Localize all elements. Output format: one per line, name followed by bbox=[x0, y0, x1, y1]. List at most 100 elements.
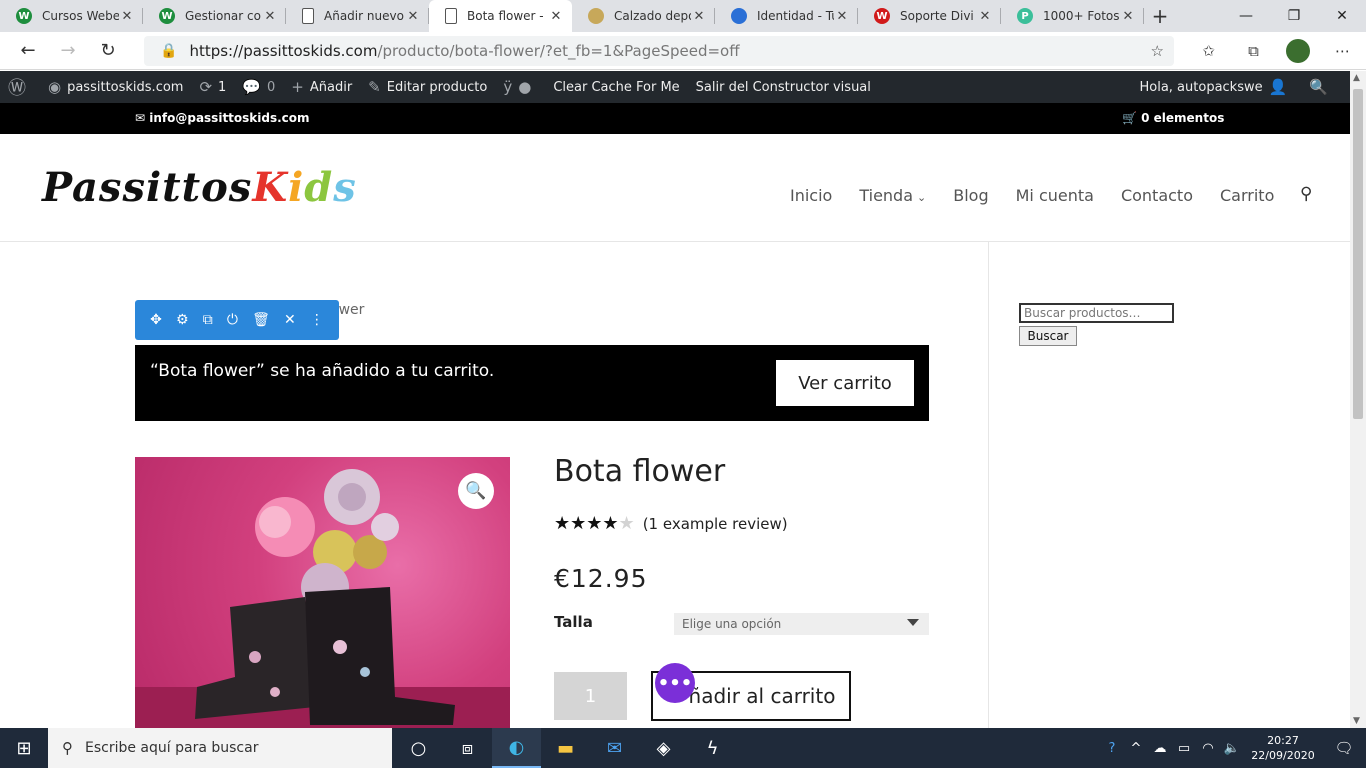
forward-icon[interactable]: → bbox=[48, 40, 88, 61]
menu-item-contacto[interactable]: Contacto bbox=[1121, 186, 1193, 205]
logo-letter-d: d bbox=[304, 164, 334, 211]
tab-label: Añadir nuevo bbox=[324, 9, 404, 23]
search-icon: ⚲ bbox=[62, 739, 73, 757]
search-icon[interactable]: ⚲ bbox=[1300, 184, 1312, 204]
power-icon[interactable]: ⏻ bbox=[227, 312, 238, 328]
close-window-icon[interactable]: ✕ bbox=[1318, 0, 1366, 32]
settings-gear-icon[interactable]: ⚙ bbox=[176, 312, 189, 328]
product-search-button[interactable]: Buscar bbox=[1019, 326, 1077, 346]
tab-close-icon[interactable]: ✕ bbox=[405, 9, 421, 24]
more-vertical-icon[interactable]: ⋮ bbox=[310, 312, 324, 328]
maximize-icon[interactable]: ❐ bbox=[1270, 0, 1318, 32]
menu-item-tienda[interactable]: Tienda ⌄ bbox=[859, 186, 926, 205]
dropbox-icon[interactable]: ◈ bbox=[639, 728, 688, 768]
wp-updates[interactable]: ⟳ 1 bbox=[191, 71, 234, 103]
scrollbar-thumb[interactable] bbox=[1353, 89, 1363, 419]
top-cart-label: 0 elementos bbox=[1141, 111, 1225, 125]
app-shortcut-icon[interactable]: ϟ bbox=[688, 728, 737, 768]
size-select[interactable]: Elige una opción bbox=[674, 613, 929, 635]
wp-exit-builder[interactable]: Salir del Constructor visual bbox=[688, 71, 879, 103]
browser-tab[interactable]: P 1000+ Fotos d✕ bbox=[1001, 0, 1144, 32]
close-icon[interactable]: ✕ bbox=[284, 312, 296, 328]
wp-add-new[interactable]: + Añadir bbox=[283, 71, 360, 103]
system-clock[interactable]: 20:27 22/09/2020 bbox=[1244, 733, 1322, 763]
address-bar[interactable]: 🔒 https://passittoskids.com/producto/bot… bbox=[144, 36, 1174, 66]
tab-close-icon[interactable]: ✕ bbox=[262, 9, 278, 24]
menu-item-blog[interactable]: Blog bbox=[953, 186, 988, 205]
contact-email[interactable]: ✉ info@passittoskids.com bbox=[135, 111, 310, 125]
wp-comments[interactable]: 💬 0 bbox=[234, 71, 283, 103]
page-scrollbar[interactable]: ▲ ▼ bbox=[1350, 71, 1366, 728]
wp-search-icon[interactable]: 🔍 bbox=[1301, 71, 1342, 103]
dashboard-icon: ◉ bbox=[48, 78, 62, 96]
edge-browser-icon[interactable]: ◐ bbox=[492, 728, 541, 768]
browser-tab[interactable]: Añadir nuevo ✕ bbox=[286, 0, 429, 32]
product-search-input[interactable]: Buscar productos… bbox=[1019, 303, 1174, 323]
browser-tab[interactable]: Bota flower - ✕ bbox=[429, 0, 572, 32]
volume-icon[interactable]: 🔈 bbox=[1220, 741, 1244, 756]
menu-item-carrito[interactable]: Carrito bbox=[1220, 186, 1274, 205]
browser-tab[interactable]: W Gestionar com✕ bbox=[143, 0, 286, 32]
exit-builder-label: Salir del Constructor visual bbox=[695, 79, 871, 95]
scroll-down-icon[interactable]: ▼ bbox=[1353, 716, 1360, 726]
new-tab-icon[interactable]: + bbox=[1144, 0, 1176, 32]
tab-close-icon[interactable]: ✕ bbox=[977, 9, 993, 24]
duplicate-icon[interactable]: ⧉ bbox=[203, 312, 213, 328]
cortana-icon[interactable]: ○ bbox=[394, 728, 443, 768]
site-logo[interactable]: PassittosKids bbox=[42, 164, 357, 211]
move-icon[interactable]: ✥ bbox=[150, 312, 162, 328]
battery-icon[interactable]: ▭ bbox=[1172, 741, 1196, 756]
browser-tab[interactable]: W Cursos Weben✕ bbox=[0, 0, 143, 32]
reload-icon[interactable]: ↻ bbox=[88, 40, 128, 61]
minimize-icon[interactable]: — bbox=[1222, 0, 1270, 32]
collections-icon[interactable]: ⧉ bbox=[1231, 42, 1276, 60]
quantity-input[interactable]: 1 bbox=[554, 672, 627, 720]
yoast-icon[interactable]: ÿ ● bbox=[495, 71, 545, 103]
review-link[interactable]: (1 example review) bbox=[643, 515, 788, 533]
tab-close-icon[interactable]: ✕ bbox=[119, 9, 135, 24]
favorite-star-icon[interactable]: ☆ bbox=[1151, 42, 1164, 60]
browser-tab[interactable]: Calzado depor✕ bbox=[572, 0, 715, 32]
more-options-icon[interactable]: ⋯ bbox=[1320, 42, 1365, 60]
taskbar-search[interactable]: ⚲ Escribe aquí para buscar bbox=[48, 728, 392, 768]
wp-account[interactable]: Hola, autopackswe 👤 bbox=[1131, 71, 1301, 103]
tab-close-icon[interactable]: ✕ bbox=[834, 9, 850, 24]
mail-icon[interactable]: ✉ bbox=[590, 728, 639, 768]
favorites-icon[interactable]: ✩ bbox=[1186, 42, 1231, 60]
tab-close-icon[interactable]: ✕ bbox=[548, 9, 564, 24]
product-image[interactable] bbox=[135, 457, 510, 728]
notifications-icon[interactable]: 🗨 bbox=[1322, 739, 1366, 757]
top-cart-link[interactable]: 🛒 0 elementos bbox=[1122, 111, 1224, 125]
browser-tab[interactable]: Identidad - Tu ✕ bbox=[715, 0, 858, 32]
pencil-icon: ✎ bbox=[368, 78, 381, 96]
chevron-up-icon[interactable]: ^ bbox=[1124, 741, 1148, 756]
scroll-up-icon[interactable]: ▲ bbox=[1353, 73, 1360, 83]
trash-icon[interactable]: 🗑 bbox=[252, 312, 270, 328]
file-explorer-icon[interactable]: ▬ bbox=[541, 728, 590, 768]
builder-options-icon[interactable]: ••• bbox=[655, 663, 695, 703]
wp-site-name[interactable]: ◉ passittoskids.com bbox=[40, 71, 191, 103]
comment-icon: 💬 bbox=[242, 78, 261, 96]
zoom-icon[interactable]: 🔍 bbox=[458, 473, 494, 509]
wp-clear-cache[interactable]: Clear Cache For Me bbox=[545, 71, 687, 103]
menu-item-inicio[interactable]: Inicio bbox=[790, 186, 832, 205]
windows-start-icon[interactable]: ⊞ bbox=[0, 738, 48, 759]
wordpress-logo-icon[interactable]: Ⓦ bbox=[0, 71, 40, 103]
menu-item-tienda-label: Tienda bbox=[859, 186, 914, 205]
wp-edit-product[interactable]: ✎ Editar producto bbox=[360, 71, 495, 103]
envelope-icon: ✉ bbox=[135, 111, 150, 125]
task-view-icon[interactable]: ⧈ bbox=[443, 728, 492, 768]
tab-close-icon[interactable]: ✕ bbox=[1120, 9, 1136, 24]
wifi-icon[interactable]: ◠ bbox=[1196, 741, 1220, 756]
menu-item-mi-cuenta[interactable]: Mi cuenta bbox=[1016, 186, 1094, 205]
tab-favicon-icon bbox=[445, 8, 457, 24]
profile-avatar[interactable] bbox=[1286, 39, 1310, 63]
logo-letter-k: K bbox=[252, 164, 289, 211]
tab-favicon-icon bbox=[731, 8, 747, 24]
browser-tab[interactable]: W Soporte Divi e ✕ bbox=[858, 0, 1001, 32]
view-cart-button[interactable]: Ver carrito bbox=[776, 360, 914, 406]
back-icon[interactable]: ← bbox=[8, 40, 48, 61]
help-icon[interactable]: ? bbox=[1100, 741, 1124, 756]
tab-close-icon[interactable]: ✕ bbox=[691, 9, 707, 24]
onedrive-icon[interactable]: ☁ bbox=[1148, 741, 1172, 756]
